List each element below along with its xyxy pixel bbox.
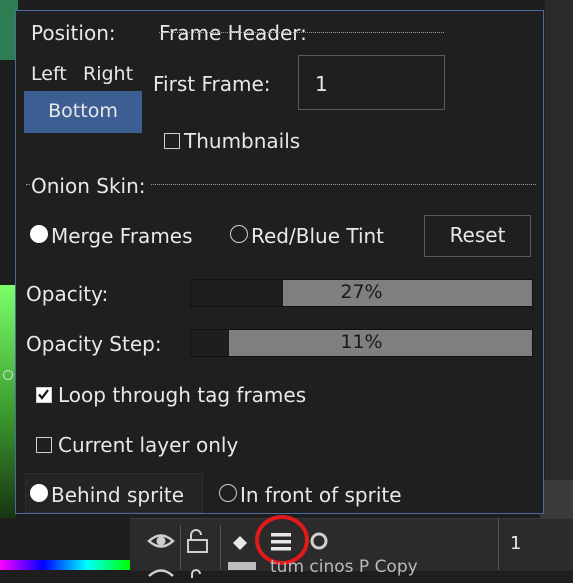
loop-tag-frames-checkbox[interactable]	[36, 387, 52, 403]
padlock-icon[interactable]	[185, 528, 211, 559]
color-picker-cursor-icon[interactable]	[3, 370, 13, 380]
circle-icon[interactable]	[309, 531, 329, 556]
first-frame-value: 1	[315, 72, 328, 96]
frame-header-heading: Frame Header:	[159, 21, 307, 45]
current-layer-only-checkbox[interactable]	[36, 437, 52, 453]
red-blue-tint-radio[interactable]	[230, 225, 248, 243]
eye-icon[interactable]	[147, 530, 175, 557]
checkmark-icon	[38, 389, 49, 400]
opacity-value: 27%	[340, 281, 383, 303]
divider	[220, 525, 221, 570]
behind-sprite-label: Behind sprite	[51, 483, 185, 507]
divider	[180, 525, 181, 570]
in-front-of-sprite-radio[interactable]	[219, 484, 237, 502]
opacity-slider[interactable]: 27%	[190, 279, 533, 307]
onion-skin-heading: Onion Skin:	[31, 174, 150, 198]
palette-area	[0, 518, 130, 560]
position-bottom-label: Bottom	[48, 100, 118, 122]
position-right-button[interactable]: Right	[83, 63, 133, 85]
thumbnails-label: Thumbnails	[184, 129, 301, 153]
position-heading: Position:	[31, 21, 116, 45]
opacity-step-label: Opacity Step:	[26, 332, 162, 356]
opacity-step-slider[interactable]: 11%	[190, 329, 533, 357]
timeline-settings-popup: Position: Frame Header: Left Right Botto…	[15, 10, 544, 514]
behind-sprite-radio[interactable]	[30, 484, 48, 502]
diamond-icon[interactable]	[232, 534, 248, 556]
in-front-of-sprite-label: In front of sprite	[240, 483, 402, 507]
divider	[498, 518, 499, 570]
padlock-icon[interactable]	[188, 561, 210, 583]
merge-frames-radio[interactable]	[30, 225, 48, 243]
loop-tag-frames-label: Loop through tag frames	[58, 383, 307, 407]
opacity-step-value: 11%	[340, 331, 383, 353]
frame-number[interactable]: 1	[510, 533, 521, 554]
red-blue-tint-label: Red/Blue Tint	[251, 224, 385, 248]
eye-icon[interactable]	[147, 560, 175, 582]
editor-panel	[540, 480, 573, 520]
opacity-label: Opacity:	[26, 282, 109, 306]
current-layer-only-label: Current layer only	[58, 433, 239, 457]
position-bottom-button[interactable]: Bottom	[24, 91, 142, 133]
first-frame-input[interactable]: 1	[298, 55, 445, 110]
position-left-button[interactable]: Left	[31, 63, 67, 85]
reset-button[interactable]: Reset	[424, 215, 531, 257]
hue-slider[interactable]	[0, 560, 130, 570]
merge-frames-label: Merge Frames	[51, 224, 193, 248]
first-frame-label: First Frame:	[153, 72, 271, 96]
layer-thumbnail	[228, 562, 256, 570]
layer-name[interactable]: tum cinos P Copy	[270, 557, 418, 577]
section-separator	[159, 32, 444, 33]
thumbnails-checkbox[interactable]	[164, 133, 180, 149]
